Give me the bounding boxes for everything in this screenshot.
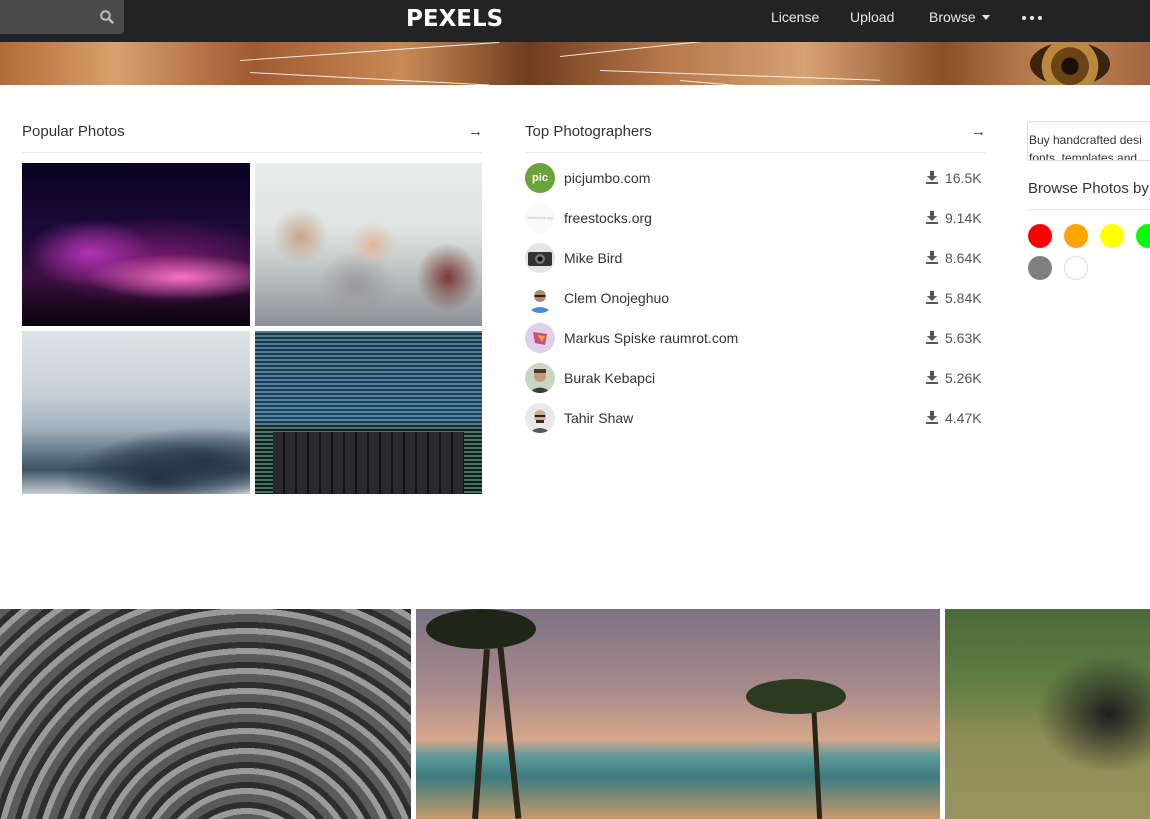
ad-banner[interactable]: Buy handcrafted desi fonts, templates an…: [1027, 121, 1150, 161]
avatar[interactable]: [525, 283, 555, 313]
photographer-name[interactable]: Burak Kebapci: [564, 369, 655, 387]
hero-detail: [249, 72, 490, 85]
download-count: 5.84K: [945, 290, 982, 306]
hero-detail: [679, 80, 880, 85]
dot: [1022, 16, 1026, 20]
top-navigation-bar: PEXELS License Upload Browse: [0, 0, 1150, 42]
nav-browse-label: Browse: [929, 9, 976, 25]
color-swatch-white[interactable]: [1064, 256, 1088, 280]
search-box[interactable]: [0, 0, 124, 34]
popular-photos-more-link[interactable]: →: [468, 122, 483, 142]
photographer-name[interactable]: Mike Bird: [564, 249, 622, 267]
pexels-logo[interactable]: PEXELS: [406, 5, 503, 33]
hero-detail: [239, 42, 500, 61]
portrait-avatar-image: [527, 290, 553, 313]
nav-license-link[interactable]: License: [771, 0, 819, 34]
hero-detail: [559, 42, 859, 57]
download-icon: [926, 331, 938, 344]
color-swatch-red[interactable]: [1028, 224, 1052, 248]
avatar-text: freestocks.org: [527, 215, 553, 220]
gallery-photo-spiral-staircase[interactable]: [0, 609, 411, 819]
download-icon: [926, 251, 938, 264]
download-count: 8.64K: [945, 250, 982, 266]
avatar[interactable]: pic: [525, 163, 555, 193]
top-photographers-more-link[interactable]: →: [971, 122, 986, 142]
download-count: 16.5K: [945, 170, 982, 186]
photo-detail: [426, 609, 536, 649]
download-icon: [926, 171, 938, 184]
photographer-row[interactable]: Markus Spiske raumrot.com 5.63K: [525, 322, 985, 354]
photographer-name[interactable]: Clem Onojeghuo: [564, 289, 669, 307]
photo-detail: [472, 648, 490, 819]
color-swatch-green[interactable]: [1136, 224, 1150, 248]
popular-photos-title: Popular Photos: [22, 123, 125, 140]
nav-upload-link[interactable]: Upload: [850, 0, 894, 34]
chevron-down-icon: [981, 14, 990, 20]
portrait-avatar-image: [529, 410, 551, 433]
popular-photo-foggy-forest[interactable]: [22, 331, 250, 494]
gallery-photo-woman-field[interactable]: [945, 609, 1150, 819]
photographer-name[interactable]: Tahir Shaw: [564, 409, 633, 427]
photographer-row[interactable]: Burak Kebapci 5.26K: [525, 362, 985, 394]
download-count: 4.47K: [945, 410, 982, 426]
photo-detail: [810, 698, 823, 819]
camera-avatar-image: [528, 252, 552, 266]
divider: [1028, 209, 1150, 210]
photographer-name[interactable]: picjumbo.com: [564, 169, 650, 187]
portrait-avatar-image: [529, 369, 551, 393]
photographer-row[interactable]: freestocks.org freestocks.org 9.14K: [525, 202, 985, 234]
download-icon: [926, 371, 938, 384]
photo-detail: [746, 679, 846, 714]
hero-detail: [599, 70, 880, 81]
photographer-row[interactable]: Mike Bird 8.64K: [525, 242, 985, 274]
divider: [22, 152, 482, 153]
photographer-row[interactable]: Tahir Shaw 4.47K: [525, 402, 985, 434]
abstract-avatar-image: [533, 332, 547, 345]
popular-photo-office-meeting[interactable]: [255, 163, 482, 326]
photographer-row[interactable]: pic picjumbo.com 16.5K: [525, 162, 985, 194]
popular-photo-nebula[interactable]: [22, 163, 250, 326]
nav-browse-dropdown[interactable]: Browse: [929, 0, 990, 34]
popular-photo-laptop-code[interactable]: [255, 331, 482, 494]
ad-text-line-2: fonts, templates and: [1029, 151, 1138, 161]
photographer-name[interactable]: freestocks.org: [564, 209, 652, 227]
photographer-row[interactable]: Clem Onojeghuo 5.84K: [525, 282, 985, 314]
download-count: 5.26K: [945, 370, 982, 386]
photo-detail: [273, 432, 464, 494]
dot: [1030, 16, 1034, 20]
avatar-text: pic: [532, 172, 548, 184]
more-options-icon[interactable]: [1022, 16, 1046, 20]
top-photographers-title: Top Photographers: [525, 123, 652, 140]
download-count: 5.63K: [945, 330, 982, 346]
avatar[interactable]: [525, 243, 555, 273]
browse-by-color-title: Browse Photos by: [1028, 180, 1149, 197]
color-swatch-gray[interactable]: [1028, 256, 1052, 280]
download-icon: [926, 211, 938, 224]
avatar[interactable]: [525, 323, 555, 353]
avatar[interactable]: [525, 363, 555, 393]
gallery-photo-palm-beach[interactable]: [416, 609, 940, 819]
download-icon: [926, 291, 938, 304]
dot: [1038, 16, 1042, 20]
avatar[interactable]: [525, 403, 555, 433]
search-icon[interactable]: [99, 9, 115, 25]
hero-detail: [1030, 42, 1110, 85]
color-swatch-yellow[interactable]: [1100, 224, 1124, 248]
download-icon: [926, 411, 938, 424]
download-count: 9.14K: [945, 210, 982, 226]
search-input[interactable]: [0, 0, 98, 34]
photo-detail: [496, 639, 522, 819]
avatar[interactable]: freestocks.org: [525, 203, 555, 233]
ad-text-line-1: Buy handcrafted desi: [1029, 133, 1142, 147]
divider: [525, 152, 985, 153]
hero-image: [0, 42, 1150, 85]
photographer-name[interactable]: Markus Spiske raumrot.com: [564, 329, 738, 347]
color-swatch-orange[interactable]: [1064, 224, 1088, 248]
